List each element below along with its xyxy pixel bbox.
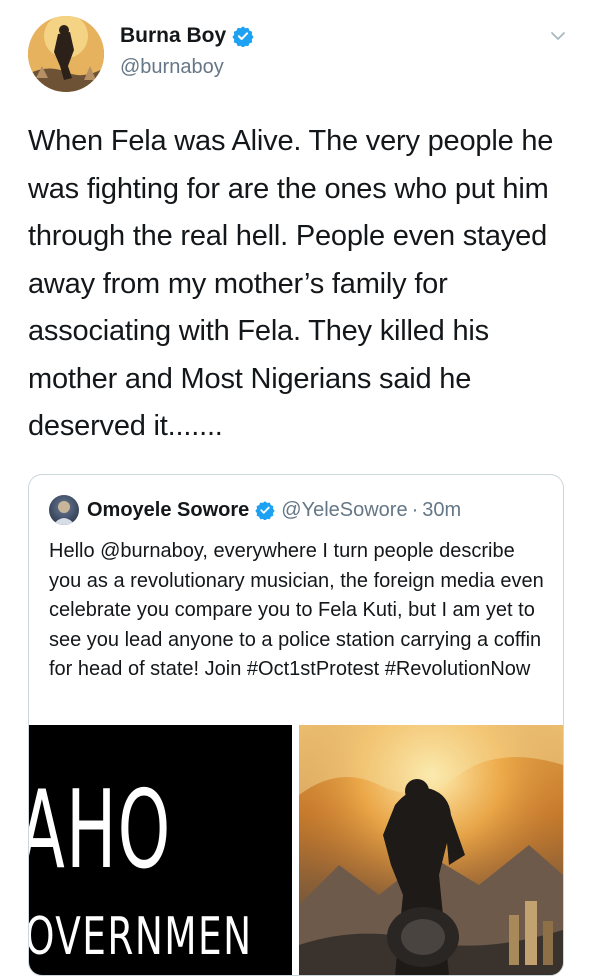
verified-badge-icon (232, 26, 254, 47)
banner-small-text: OVERNMEN (29, 907, 253, 967)
album-art-illustration (299, 725, 563, 975)
quoted-tweet-header: Omoyele Sowore @YeleSowore · 30m (49, 495, 461, 525)
quoted-media-grid: AHO OVERNMEN (29, 725, 563, 975)
media-image-text-banner[interactable]: AHO OVERNMEN (29, 725, 292, 975)
artist-avatar-image (28, 16, 104, 92)
quoted-timestamp: 30m (422, 498, 462, 521)
quoted-tweet-text: Hello @burnaboy, everywhere I turn peopl… (49, 540, 544, 680)
tweet-header: Burna Boy @burnaboy (28, 16, 568, 96)
chevron-down-icon[interactable] (548, 26, 568, 46)
media-image-album-art[interactable] (299, 725, 563, 975)
tweet-body-text: When Fela was Alive. The very people he … (28, 125, 554, 442)
quoted-author-avatar (49, 495, 79, 525)
meta-separator: · (411, 498, 419, 521)
author-handle[interactable]: @burnaboy (120, 56, 224, 79)
quoted-tweet-card[interactable]: Omoyele Sowore @YeleSowore · 30m Hello @… (28, 474, 564, 976)
banner-big-text: AHO (29, 768, 172, 893)
quoted-author-name: Omoyele Sowore (87, 498, 250, 521)
author-avatar[interactable] (28, 16, 104, 92)
person-avatar-icon (53, 501, 75, 525)
quoted-author-handle: @YeleSowore (281, 498, 408, 521)
author-display-name[interactable]: Burna Boy (120, 24, 226, 48)
quoted-verified-badge-icon (255, 501, 275, 520)
author-name-row: Burna Boy (120, 24, 254, 48)
